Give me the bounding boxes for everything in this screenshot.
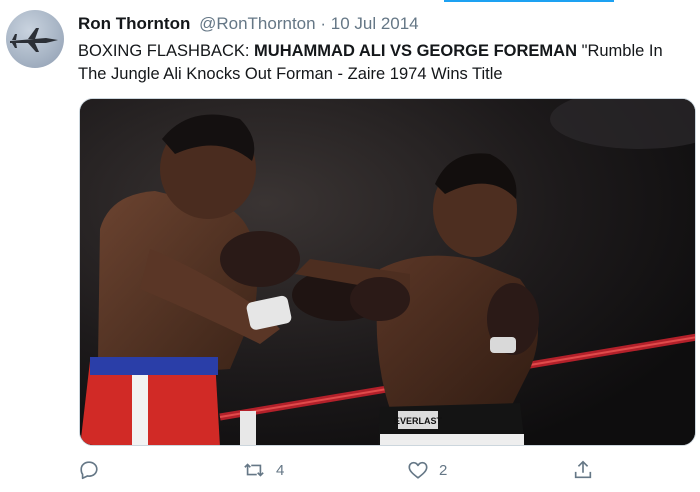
retweet-count: 4 (276, 461, 285, 479)
tweet-text-part1: BOXING FLASHBACK: (78, 42, 255, 60)
retweet-icon (244, 463, 264, 477)
author-name[interactable]: Ron Thornton (78, 14, 190, 33)
retweet-button[interactable]: 4 (242, 455, 284, 485)
tweet-actions: 4 2 (78, 455, 678, 485)
share-button[interactable] (572, 455, 594, 485)
like-button[interactable]: 2 (407, 455, 447, 485)
reply-icon (80, 461, 98, 480)
heart-icon (408, 461, 428, 479)
avatar[interactable] (6, 10, 64, 68)
like-count: 2 (439, 461, 448, 479)
boxing-photo: EVERLAST (80, 99, 695, 445)
tweet-date[interactable]: 10 Jul 2014 (331, 14, 419, 33)
tweet[interactable]: Ron Thornton @RonThornton · 10 Jul 2014 … (0, 0, 700, 492)
tweet-media-photo[interactable]: EVERLAST (79, 98, 696, 446)
author-handle[interactable]: @RonThornton (199, 14, 316, 33)
share-icon (574, 460, 592, 479)
jet-avatar-image (10, 28, 58, 52)
tweet-text: BOXING FLASHBACK: MUHAMMAD ALI VS GEORGE… (78, 40, 690, 86)
tweet-header: Ron Thornton @RonThornton · 10 Jul 2014 (78, 13, 419, 35)
trunks-brand-label: EVERLAST (394, 416, 443, 426)
header-separator: · (320, 14, 326, 33)
tweet-text-bold: MUHAMMAD ALI VS GEORGE FOREMAN (254, 42, 578, 60)
reply-button[interactable] (78, 455, 100, 485)
